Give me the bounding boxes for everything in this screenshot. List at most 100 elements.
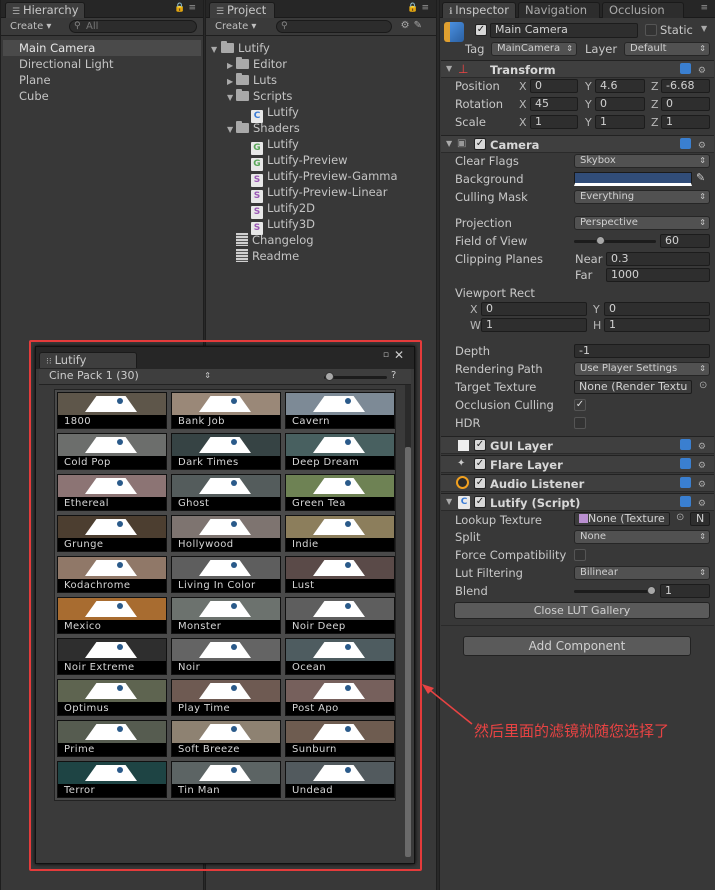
tree-item-lutify[interactable]: Lutify [221, 41, 270, 55]
object-picker-icon[interactable]: ⊙ [699, 380, 707, 391]
add-component-button[interactable]: Add Component [463, 636, 691, 656]
create-button[interactable]: Create ▾ [210, 20, 261, 34]
lut-thumbnail[interactable]: Undead [285, 761, 395, 798]
camera-enabled-checkbox[interactable]: ✓ [474, 138, 486, 150]
scale-z-field[interactable]: 1 [661, 115, 710, 129]
hierarchy-item-directional-light[interactable]: Directional Light [19, 57, 114, 71]
tab-inspector[interactable]: ℹ Inspector [442, 2, 516, 18]
component-menu-icons[interactable]: ⚙ [680, 439, 710, 452]
tab-options-icon[interactable]: ≡ [700, 3, 711, 13]
viewport-h-field[interactable]: 1 [604, 318, 710, 332]
filter-icons[interactable]: ⚙✎ [401, 20, 426, 31]
scale-y-field[interactable]: 1 [595, 115, 645, 129]
scrollbar-thumb[interactable] [405, 447, 411, 857]
gui-layer-checkbox[interactable]: ✓ [474, 439, 486, 451]
search-input[interactable]: ⚲ All [69, 20, 197, 33]
viewport-w-field[interactable]: 1 [481, 318, 587, 332]
lut-thumbnail[interactable]: Post Apo [285, 679, 395, 716]
fov-field[interactable]: 60 [660, 234, 710, 248]
collapse-arrow-icon[interactable]: ▶ [227, 61, 233, 70]
tree-item-shaders[interactable]: Shaders [236, 121, 300, 135]
pack-dropdown[interactable]: Cine Pack 1 (30) [44, 370, 214, 384]
search-input[interactable]: ⚲ [276, 20, 392, 33]
lut-thumbnail[interactable]: Noir Deep [285, 597, 395, 634]
tree-item-luts[interactable]: Luts [236, 73, 277, 87]
object-picker-icon[interactable]: ⊙ [676, 512, 684, 523]
viewport-y-field[interactable]: 0 [604, 302, 710, 316]
lut-thumbnail[interactable]: Kodachrome [57, 556, 167, 593]
lut-thumbnail[interactable]: Cavern [285, 392, 395, 429]
hierarchy-item-cube[interactable]: Cube [19, 89, 49, 103]
position-z-field[interactable]: -6.68 [661, 79, 710, 93]
tab-options-icon[interactable]: 🔒≡ [174, 3, 199, 13]
close-lut-gallery-button[interactable]: Close LUT Gallery [454, 602, 710, 619]
near-field[interactable]: 0.3 [606, 252, 710, 266]
fov-slider-knob[interactable] [595, 236, 605, 245]
help-button[interactable]: ? [391, 370, 396, 381]
far-field[interactable]: 1000 [606, 268, 710, 282]
expand-arrow-icon[interactable]: ▼ [227, 93, 233, 102]
layer-dropdown[interactable]: Default [624, 42, 710, 56]
split-dropdown[interactable]: None [574, 530, 710, 544]
lut-thumbnail[interactable]: Noir [171, 638, 281, 675]
lut-thumbnail[interactable]: Sunburn [285, 720, 395, 757]
expand-arrow-icon[interactable]: ▼ [211, 45, 217, 54]
lut-thumbnail[interactable]: Soft Breeze [171, 720, 281, 757]
lut-thumbnail[interactable]: Monster [171, 597, 281, 634]
lut-thumbnail[interactable]: Ethereal [57, 474, 167, 511]
eyedropper-icon[interactable]: ✎ [696, 171, 705, 184]
static-checkbox[interactable] [645, 24, 657, 36]
tab-navigation[interactable]: Navigation [518, 2, 600, 18]
component-menu-icons[interactable]: ⚙ [680, 138, 710, 151]
dropdown-arrow-icon[interactable]: ▼ [701, 24, 707, 33]
object-name-field[interactable]: Main Camera [490, 23, 638, 38]
depth-field[interactable]: -1 [574, 344, 710, 358]
background-color-swatch[interactable] [574, 172, 692, 186]
tag-dropdown[interactable]: MainCamera [491, 42, 577, 56]
target-texture-field[interactable]: None (Render Textu [574, 380, 692, 394]
close-icon[interactable]: ✕ [394, 348, 404, 362]
blend-field[interactable]: 1 [660, 584, 710, 598]
lut-thumbnail[interactable]: Noir Extreme [57, 638, 167, 675]
tree-item-readme[interactable]: Readme [236, 249, 299, 263]
lookup-new-button[interactable]: N [690, 512, 710, 526]
tab-hierarchy[interactable]: ☰ Hierarchy [5, 2, 85, 18]
lut-thumbnail[interactable]: Terror [57, 761, 167, 798]
lutify-enabled-checkbox[interactable]: ✓ [474, 496, 486, 508]
component-menu-icons[interactable]: ⚙ [680, 458, 710, 471]
occlusion-culling-checkbox[interactable]: ✓ [574, 399, 586, 411]
tree-item-changelog[interactable]: Changelog [236, 233, 314, 247]
collapse-arrow-icon[interactable]: ▶ [227, 77, 233, 86]
lutify-script-header[interactable]: ▼ C ✓ Lutify (Script) ⚙ [441, 493, 714, 511]
culling-mask-dropdown[interactable]: Everything [574, 190, 710, 204]
component-menu-icons[interactable]: ⚙ [680, 477, 710, 490]
rotation-z-field[interactable]: 0 [661, 97, 710, 111]
create-button[interactable]: Create ▾ [5, 20, 56, 34]
component-menu-icons[interactable]: ⚙ [680, 63, 710, 76]
lut-thumbnail[interactable]: Prime [57, 720, 167, 757]
lut-thumbnail[interactable]: Deep Dream [285, 433, 395, 470]
lut-thumbnail[interactable]: Cold Pop [57, 433, 167, 470]
rotation-y-field[interactable]: 0 [595, 97, 645, 111]
tab-occlusion[interactable]: Occlusion [602, 2, 684, 18]
rendering-path-dropdown[interactable]: Use Player Settings [574, 362, 710, 376]
tab-project[interactable]: ☰ Project [209, 2, 275, 18]
lut-thumbnail[interactable]: Bank Job [171, 392, 281, 429]
lut-filtering-dropdown[interactable]: Bilinear [574, 566, 710, 580]
lut-thumbnail[interactable]: Living In Color [171, 556, 281, 593]
audio-listener-header[interactable]: ✓ Audio Listener ⚙ [441, 474, 714, 492]
force-compatibility-checkbox[interactable] [574, 549, 586, 561]
active-checkbox[interactable]: ✓ [475, 24, 487, 36]
lut-thumbnail[interactable]: Green Tea [285, 474, 395, 511]
lut-thumbnail[interactable]: Hollywood [171, 515, 281, 552]
flare-layer-header[interactable]: ✦ ✓ Flare Layer ⚙ [441, 455, 714, 473]
lut-thumbnail[interactable]: Indie [285, 515, 395, 552]
rotation-x-field[interactable]: 45 [530, 97, 578, 111]
scale-x-field[interactable]: 1 [530, 115, 578, 129]
lut-thumbnail[interactable]: Ghost [171, 474, 281, 511]
blend-slider-knob[interactable] [647, 586, 656, 595]
viewport-x-field[interactable]: 0 [481, 302, 587, 316]
lut-thumbnail[interactable]: Ocean [285, 638, 395, 675]
lut-thumbnail[interactable]: Tin Man [171, 761, 281, 798]
hierarchy-item-main-camera[interactable]: Main Camera [19, 41, 95, 55]
